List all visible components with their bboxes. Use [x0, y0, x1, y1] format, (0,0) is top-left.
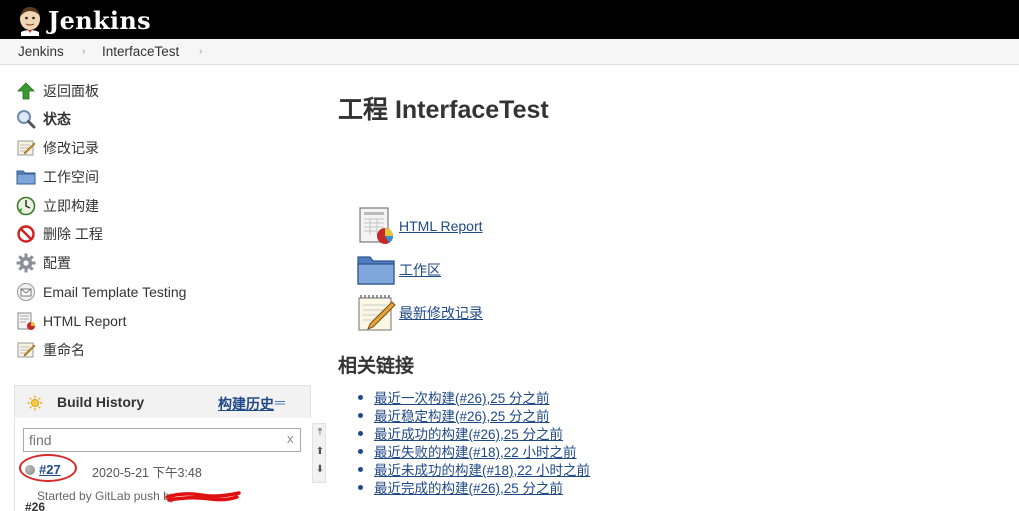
build-row[interactable]: #27 2020-5-21 下午3:48 Started by GitLab p… [15, 454, 312, 504]
bullet-icon [358, 430, 363, 436]
no-entry-icon [15, 223, 37, 245]
task-back-to-dashboard[interactable]: 返回面板 [15, 80, 99, 102]
clear-search-icon[interactable]: x [287, 431, 294, 446]
last-completed-build-link[interactable]: 最近完成的构建(#26),25 分之前 [374, 477, 563, 497]
build-history-widget: Build History 构建历史 ═ x #27 2020-5-21 下午3… [14, 385, 312, 511]
jenkins-logo-link[interactable]: Jenkins [14, 4, 151, 36]
build-history-trend-link[interactable]: 构建历史 [218, 394, 274, 414]
task-changes[interactable]: 修改记录 [15, 137, 99, 159]
page-down-icon[interactable]: ⬇ [315, 464, 325, 475]
page-up-icon[interactable]: ⬆ [315, 446, 325, 457]
last-successful-build-link[interactable]: 最近成功的构建(#26),25 分之前 [374, 423, 563, 443]
folder-icon [356, 250, 396, 290]
last-build-link[interactable]: 最近一次构建(#26),25 分之前 [374, 387, 550, 407]
bullet-icon [358, 412, 363, 418]
related-links-heading: 相关链接 [338, 356, 415, 377]
sun-weather-icon [27, 395, 43, 414]
report-icon [15, 310, 37, 332]
task-delete-project[interactable]: 删除 工程 [15, 223, 103, 245]
list-item: 最近未成功的构建(#18),22 小时之前 [358, 460, 590, 478]
html-report-link[interactable]: HTML Report [399, 218, 483, 234]
task-label: 状态 [43, 111, 71, 127]
notepad-icon [15, 339, 37, 361]
task-label: 立即构建 [43, 198, 99, 214]
build-cause: Started by GitLab push by [37, 489, 176, 503]
task-label: 返回面板 [43, 83, 99, 99]
task-rename[interactable]: 重命名 [15, 339, 85, 361]
bullet-icon [358, 466, 363, 472]
task-label: Email Template Testing [43, 284, 187, 300]
last-failed-build-link[interactable]: 最近失败的构建(#18),22 小时之前 [374, 441, 577, 461]
breadcrumb-separator-icon[interactable]: › [82, 46, 85, 57]
related-links-list: 最近一次构建(#26),25 分之前 最近稳定构建(#26),25 分之前 最近… [358, 388, 590, 496]
top-header: Jenkins [0, 0, 1019, 39]
task-label: 删除 工程 [43, 226, 103, 242]
redaction-scribble [165, 488, 241, 507]
build-history-body: x #27 2020-5-21 下午3:48 Started by GitLab… [15, 418, 312, 511]
task-label: 修改记录 [43, 140, 99, 156]
build-history-title: Build History [57, 394, 145, 410]
task-workspace[interactable]: 工作空间 [15, 166, 99, 188]
task-label: 配置 [43, 255, 71, 271]
notepad-icon [356, 293, 396, 333]
report-icon [356, 206, 396, 246]
next-build-row[interactable]: #26 [25, 500, 45, 511]
task-label: HTML Report [43, 313, 127, 329]
last-stable-build-link[interactable]: 最近稳定构建(#26),25 分之前 [374, 405, 550, 425]
jenkins-butler-icon [14, 4, 46, 36]
list-item: 最近失败的构建(#18),22 小时之前 [358, 442, 590, 460]
envelope-icon [15, 281, 37, 303]
page-first-icon[interactable]: ⤒ [315, 427, 325, 438]
workspace-link[interactable]: 工作区 [399, 260, 441, 280]
build-date: 2020-5-21 下午3:48 [92, 466, 202, 480]
up-arrow-icon [15, 80, 37, 102]
bullet-icon [358, 484, 363, 490]
collapse-toggle-icon[interactable]: ═ [275, 394, 285, 410]
breadcrumb-interfacetest[interactable]: InterfaceTest [102, 44, 179, 59]
bullet-icon [358, 448, 363, 454]
list-item: 最近完成的构建(#26),25 分之前 [358, 478, 590, 496]
notepad-icon [15, 137, 37, 159]
gear-icon [15, 252, 37, 274]
task-email-template-testing[interactable]: Email Template Testing [15, 281, 186, 303]
app-title: Jenkins [48, 5, 151, 35]
annotation-highlight-ring [19, 454, 77, 482]
main-link-html-report[interactable]: HTML Report [356, 206, 483, 246]
build-search-input[interactable] [23, 428, 301, 452]
task-configure[interactable]: 配置 [15, 252, 71, 274]
main-link-recent-changes[interactable]: 最新修改记录 [356, 293, 483, 333]
breadcrumb-jenkins[interactable]: Jenkins [18, 44, 64, 59]
folder-icon [15, 166, 37, 188]
list-item: 最近一次构建(#26),25 分之前 [358, 388, 590, 406]
breadcrumb: Jenkins › InterfaceTest › [0, 39, 1019, 65]
magnifier-icon [15, 108, 37, 130]
clock-icon [15, 195, 37, 217]
breadcrumb-separator-icon[interactable]: › [199, 46, 202, 57]
build-history-pager: ⤒ ⬆ ⬇ [312, 423, 326, 483]
list-item: 最近成功的构建(#26),25 分之前 [358, 424, 590, 442]
task-html-report[interactable]: HTML Report [15, 310, 127, 332]
bullet-icon [358, 394, 363, 400]
build-history-header: Build History 构建历史 ═ [15, 386, 312, 418]
task-build-now[interactable]: 立即构建 [15, 195, 99, 217]
task-status[interactable]: 状态 [15, 108, 71, 130]
recent-changes-link[interactable]: 最新修改记录 [399, 303, 483, 323]
last-unsuccessful-build-link[interactable]: 最近未成功的构建(#18),22 小时之前 [374, 459, 590, 479]
list-item: 最近稳定构建(#26),25 分之前 [358, 406, 590, 424]
main-link-workspace[interactable]: 工作区 [356, 250, 441, 290]
task-label: 工作空间 [43, 169, 99, 185]
page-title: 工程 InterfaceTest [338, 96, 549, 124]
task-label: 重命名 [43, 342, 85, 358]
